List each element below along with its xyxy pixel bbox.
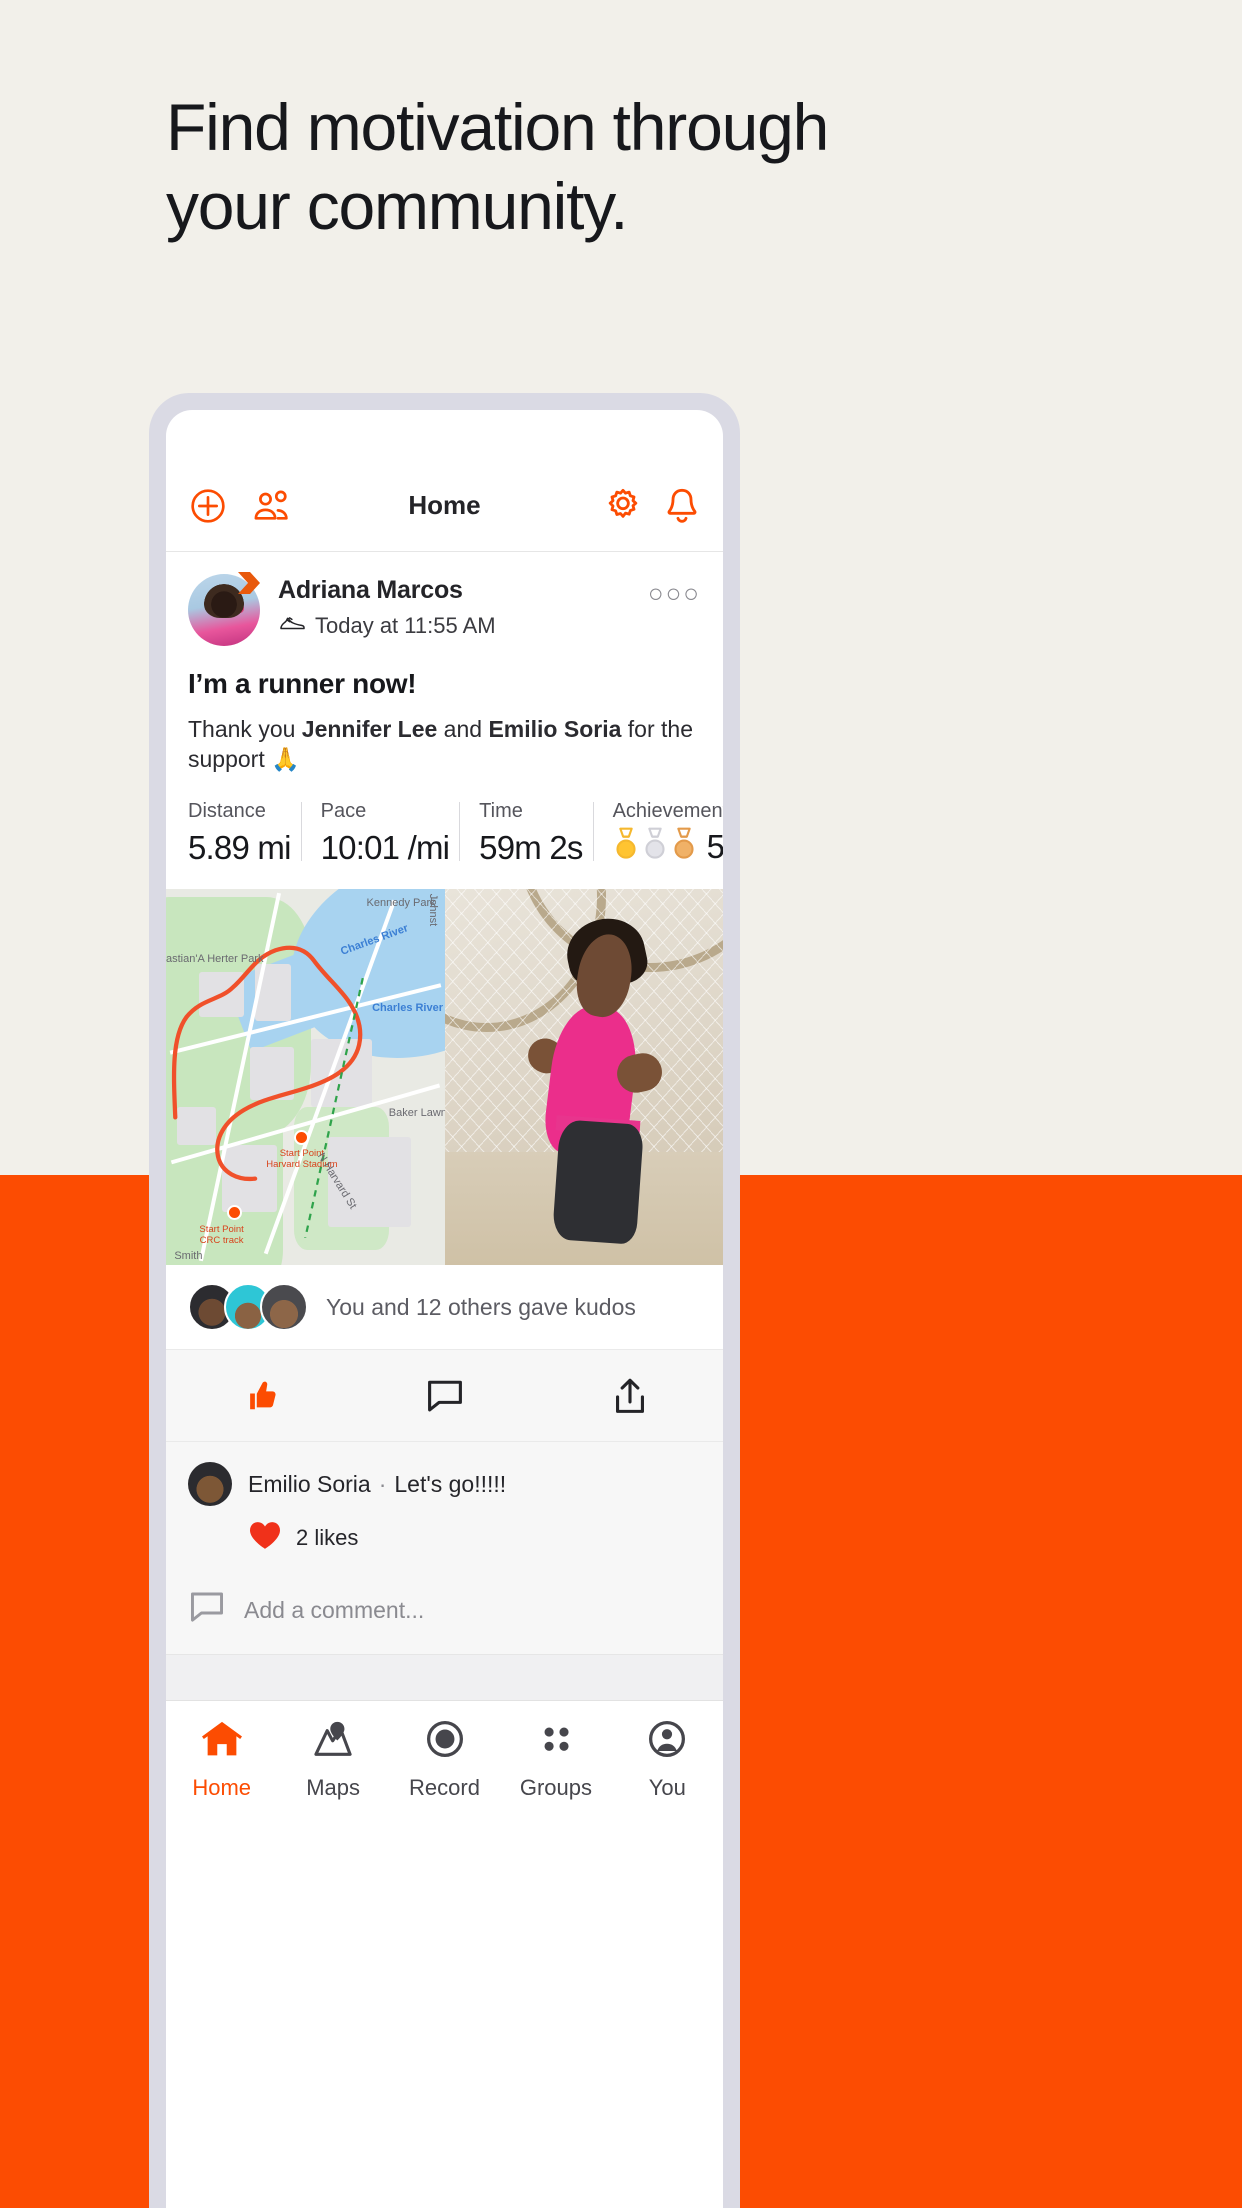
post-more-button[interactable]: ○○○	[648, 574, 701, 609]
bottom-tab-bar: Home Maps Record Groups You	[166, 1700, 723, 1818]
stat-label: Distance	[188, 800, 266, 822]
kudos-avatars	[188, 1283, 308, 1331]
tab-label: You	[648, 1774, 686, 1800]
gold-medal-icon	[613, 827, 639, 866]
post-description: Thank you Jennifer Lee and Emilio Soria …	[166, 700, 723, 774]
tab-record[interactable]: Record	[389, 1701, 500, 1818]
stat-value: 5.89 mi	[188, 829, 291, 866]
map-label-river-2: Charles River	[372, 1001, 444, 1014]
comment-separator: ·	[378, 1470, 387, 1497]
heart-icon[interactable]	[248, 1520, 282, 1556]
stat-label: Time	[479, 800, 523, 822]
post-author[interactable]: Adriana Marcos	[278, 576, 496, 605]
stat-label: Achievements	[612, 800, 723, 822]
map-label-johnst: Johnst	[426, 893, 439, 927]
mention-one[interactable]: Jennifer Lee	[302, 716, 438, 742]
stat-value: 10:01 /mi	[320, 829, 450, 866]
comment-likes: 2 likes	[296, 1525, 359, 1550]
tab-label: Record	[409, 1774, 480, 1800]
route-line	[171, 945, 364, 1239]
stat-value: 59m 2s	[479, 829, 583, 866]
comment-text: Let's go!!!!!	[394, 1470, 507, 1497]
comment-avatar[interactable]	[188, 1462, 232, 1506]
kudos-row[interactable]: You and 12 others gave kudos	[166, 1265, 723, 1350]
map-label-herter-park: astian'A Herter Park	[166, 952, 264, 965]
silver-medal-icon	[642, 827, 668, 866]
desc-middle: and	[437, 716, 489, 742]
running-shoe-icon	[278, 612, 306, 640]
tab-maps[interactable]: Maps	[277, 1701, 388, 1818]
stat-pace: Pace 10:01 /mi	[300, 800, 460, 867]
phone-mockup: Home Adriana Marcos Today at 11:55 AM ○○…	[149, 393, 740, 2208]
add-comment-placeholder: Add a comment...	[244, 1596, 425, 1623]
tab-groups[interactable]: Groups	[500, 1701, 611, 1818]
post-title: I’m a runner now!	[188, 668, 417, 699]
comment-outline-icon	[188, 1590, 226, 1630]
app-screen: Home Adriana Marcos Today at 11:55 AM ○○…	[166, 410, 723, 2208]
avatar[interactable]	[188, 572, 260, 646]
home-icon	[200, 1719, 244, 1765]
plus-circle-icon[interactable]	[188, 486, 228, 526]
stat-achievements: Achievements	[592, 800, 723, 867]
action-bar	[166, 1350, 723, 1442]
tab-label: Home	[192, 1774, 252, 1800]
comment-section: Emilio Soria · Let's go!!!!! 2 likes	[166, 1442, 723, 1570]
stat-distance: Distance 5.89 mi	[188, 800, 301, 867]
add-comment-row[interactable]: Add a comment...	[166, 1570, 723, 1654]
map-label-kennedy-park: Kennedy Park	[366, 896, 436, 909]
people-icon[interactable]	[252, 489, 294, 523]
activity-map[interactable]: Start Point Harvard Stadium Start Point CR…	[166, 889, 445, 1265]
post-media: Start Point Harvard Stadium Start Point CR…	[166, 889, 723, 1265]
tab-you[interactable]: You	[612, 1701, 723, 1818]
tab-label: Maps	[306, 1774, 360, 1800]
person-icon	[645, 1719, 689, 1765]
content-spacer	[166, 1654, 723, 1700]
chevron-badge-icon	[236, 570, 266, 601]
stats-row: Distance 5.89 mi Pace 10:01 /mi Time 59m…	[166, 774, 723, 889]
post-timestamp: Today at 11:55 AM	[315, 613, 496, 638]
bell-icon[interactable]	[663, 486, 701, 526]
desc-prefix: Thank you	[188, 716, 302, 742]
hero-headline: Find motivation through your community.	[166, 90, 829, 243]
comment-button[interactable]	[352, 1378, 538, 1414]
bronze-medal-icon	[671, 827, 697, 866]
post-header: Adriana Marcos Today at 11:55 AM ○○○	[166, 552, 723, 646]
map-icon	[311, 1719, 355, 1765]
map-label-baker-lawn: Baker Lawn	[388, 1107, 445, 1120]
map-start-point-2: Start Point CRC track	[199, 1223, 244, 1246]
tab-home[interactable]: Home	[166, 1701, 277, 1818]
record-icon	[423, 1719, 467, 1765]
groups-icon	[534, 1719, 578, 1765]
stat-time: Time 59m 2s	[459, 800, 592, 867]
gear-icon[interactable]	[603, 486, 643, 526]
tab-label: Groups	[519, 1774, 592, 1800]
prayer-emoji: 🙏	[271, 746, 300, 772]
achievement-count: 5	[706, 827, 723, 865]
map-label-smith: Smith	[174, 1249, 203, 1262]
comment-author[interactable]: Emilio Soria	[248, 1471, 371, 1497]
share-button[interactable]	[537, 1376, 723, 1416]
mention-two[interactable]: Emilio Soria	[488, 716, 621, 742]
app-header: Home	[166, 460, 723, 552]
kudos-text: You and 12 others gave kudos	[326, 1293, 636, 1320]
activity-photo[interactable]	[444, 889, 723, 1265]
stat-label: Pace	[320, 800, 367, 822]
kudos-button[interactable]	[166, 1377, 352, 1415]
